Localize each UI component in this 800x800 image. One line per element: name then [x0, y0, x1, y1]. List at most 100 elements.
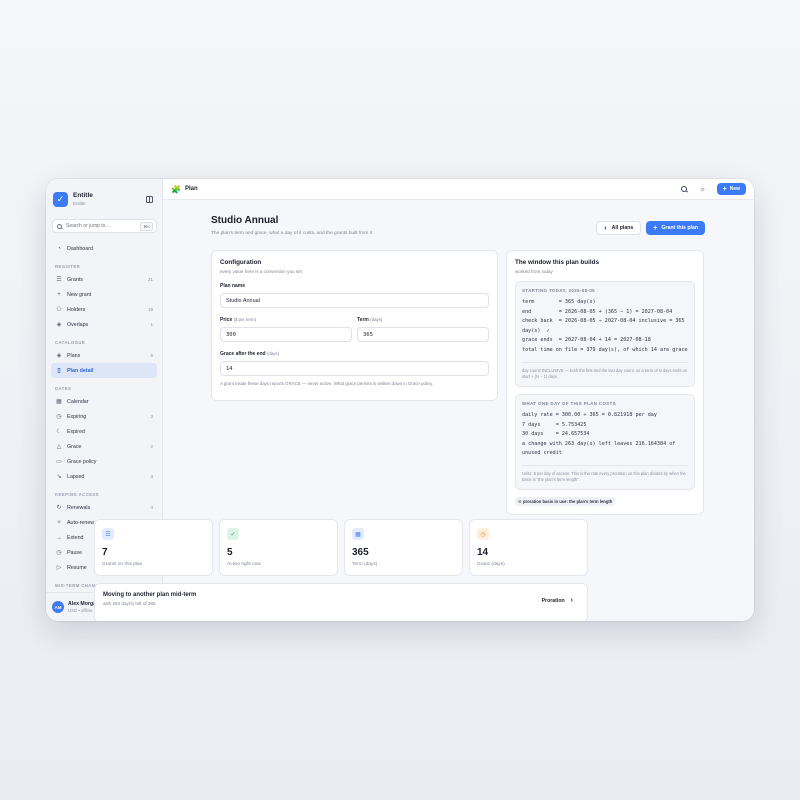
window-card: The window this plan builds worked from …	[506, 250, 704, 515]
sidebar-item-label: Overlaps	[67, 321, 89, 328]
app-logo-icon: ✓	[53, 191, 68, 207]
midterm-subtitle: with 263 day(s) left of 365	[103, 601, 156, 606]
cost-calculation: WHAT ONE DAY OF THIS PLAN COSTS daily ra…	[515, 393, 695, 491]
midterm-title: Moving to another plan mid-term	[103, 592, 197, 598]
theme-button[interactable]: ☼	[698, 184, 708, 194]
list-icon: ☰	[518, 499, 522, 505]
page-subtitle: The plan's term and grace, what a day of…	[211, 231, 373, 236]
sidebar-item-plan-detail[interactable]: ▯ Plan detail	[51, 363, 157, 378]
layers-icon: ◈	[56, 353, 62, 359]
plan-name-label: Plan name	[220, 283, 246, 289]
stat-label: Term (days)	[352, 562, 378, 567]
sidebar-item-holders[interactable]: ⚇ Holders 19	[51, 302, 157, 317]
sidebar-item-renewals[interactable]: ↻ Renewals 4	[51, 500, 157, 515]
sidebar-item-lapsed[interactable]: ↘ Lapsed 3	[51, 469, 157, 484]
stat-value: 5	[227, 547, 233, 558]
section-keeping-access: KEEPING ACCESS	[55, 492, 99, 497]
price-label: Price ($ per term)	[220, 317, 257, 323]
stat-value: 7	[102, 547, 108, 558]
sidebar-item-calendar[interactable]: ▦ Calendar	[51, 394, 157, 409]
play-icon: ▷	[56, 565, 62, 571]
search-input[interactable]: Search or jump to… ⌘K	[52, 219, 157, 233]
trend-down-icon: ↘	[56, 474, 62, 480]
card-subtitle: every value here is a convention you set	[220, 269, 302, 274]
sidebar-item-grace[interactable]: △ Grace 2	[51, 439, 157, 454]
sidebar-item-label: Plans	[67, 352, 81, 359]
sparkle-icon: ✧	[56, 520, 62, 526]
sidebar-item-expired[interactable]: ☾ Expired	[51, 424, 157, 439]
sidebar-item-new-grant[interactable]: + New grant	[51, 287, 157, 302]
book-icon: ▭	[56, 459, 62, 465]
grant-plan-label: Grant this plan	[661, 225, 698, 231]
price-field[interactable]: 300	[220, 327, 352, 342]
sidebar-item-grants[interactable]: ☰ Grants 21	[51, 272, 157, 287]
sidebar-item-label: Expiring	[67, 413, 87, 420]
puzzle-icon: 🧩	[171, 184, 181, 194]
proration-link-label: Proration	[541, 597, 565, 604]
stat-label: Grace (days)	[477, 562, 505, 567]
section-register: REGISTER	[55, 264, 81, 269]
sidebar-item-expiring[interactable]: ◷ Expiring 3	[51, 409, 157, 424]
plus-icon: +	[57, 291, 61, 298]
sidebar-item-dashboard[interactable]: ◔ Dashboard	[51, 241, 157, 256]
plus-icon: +	[653, 224, 658, 232]
plan-name-field[interactable]: Studio Annual	[220, 293, 489, 308]
grace-label: Grace after the end (days)	[220, 351, 279, 357]
brand: ✓ Entitle Entitle	[46, 179, 162, 211]
stat-card: ✓ 5 Active right now	[219, 519, 338, 576]
sidebar-item-label: New grant	[67, 291, 92, 298]
stat-card: ◷ 14 Grace (days)	[469, 519, 588, 576]
stat-value: 14	[477, 547, 489, 558]
app-name: Entitle	[73, 192, 93, 199]
card-subtitle: worked from today	[515, 269, 553, 274]
proration-link[interactable]: Proration ›	[542, 597, 573, 604]
page-title: Studio Annual	[211, 215, 279, 226]
all-plans-button[interactable]: ‹ All plans	[596, 221, 642, 235]
new-button-label: New	[729, 186, 740, 192]
main: 🧩 Plan ☼ + New Studio Annual The plan's t…	[94, 179, 754, 621]
calendar-icon: ▦	[56, 399, 62, 405]
sidebar-item-label: Plan detail	[67, 367, 94, 374]
warning-icon: △	[56, 444, 62, 450]
sidebar-item-label: Lapsed	[67, 473, 85, 480]
sidebar-item-label: Expired	[67, 428, 85, 435]
check-icon: ✓	[227, 528, 239, 540]
sidebar-item-grace-policy[interactable]: ▭ Grace policy	[51, 454, 157, 469]
topbar-title: Plan	[184, 186, 198, 192]
list-icon: ☰	[56, 277, 62, 283]
sidebar-toggle-icon[interactable]	[146, 195, 153, 203]
search-placeholder: Search or jump to…	[66, 223, 111, 229]
users-icon: ⚇	[56, 307, 62, 313]
calc-heading: WHAT ONE DAY OF THIS PLAN COSTS	[522, 400, 617, 406]
new-button[interactable]: + New	[716, 183, 746, 195]
chevron-left-icon: ‹	[604, 224, 607, 232]
sidebar-item-count: 4	[150, 505, 153, 510]
search-button[interactable]	[679, 184, 689, 194]
term-label: Term (days)	[357, 317, 383, 323]
stat-card: ☰ 7 Grants on this plan	[94, 519, 213, 576]
search-icon	[680, 186, 687, 192]
calc-note: Units: $ per day of access. This is the …	[522, 464, 688, 483]
stat-card: ▦ 365 Term (days)	[344, 519, 463, 576]
stat-label: Active right now	[227, 562, 261, 567]
start-calculation: STARTING TODAY, 2026-08-05 term = 365 da…	[515, 281, 695, 387]
grace-field[interactable]: 14	[220, 361, 489, 376]
sidebar-item-count: 6	[150, 353, 153, 358]
calc-heading: STARTING TODAY, 2026-08-05	[522, 288, 596, 293]
list-icon: ☰	[102, 528, 114, 540]
sun-icon: ☼	[699, 185, 706, 193]
sidebar-item-label: Grace	[67, 443, 82, 450]
section-dates: DATES	[55, 386, 72, 391]
proration-basis-badge: ☰ proration basis in use: the plan's ter…	[515, 497, 616, 507]
stats-row: ☰ 7 Grants on this plan ✓ 5 Active right now ▦…	[94, 519, 588, 576]
calc-lines: term = 365 day(s) end = 2026-08-05 + (36…	[522, 299, 688, 353]
grant-plan-button[interactable]: + Grant this plan	[646, 221, 705, 235]
app-window: ✓ Entitle Entitle Search or jump to… ⌘K …	[46, 179, 754, 621]
card-title: Configuration	[220, 259, 262, 266]
stat-label: Grants on this plan	[102, 562, 143, 567]
sidebar-item-count: 3	[150, 414, 153, 419]
sidebar-item-plans[interactable]: ◈ Plans 6	[51, 348, 157, 363]
sidebar-item-overlaps[interactable]: ◈ Overlaps 1	[51, 317, 157, 332]
plus-icon: +	[722, 185, 727, 193]
term-field[interactable]: 365	[357, 327, 489, 342]
